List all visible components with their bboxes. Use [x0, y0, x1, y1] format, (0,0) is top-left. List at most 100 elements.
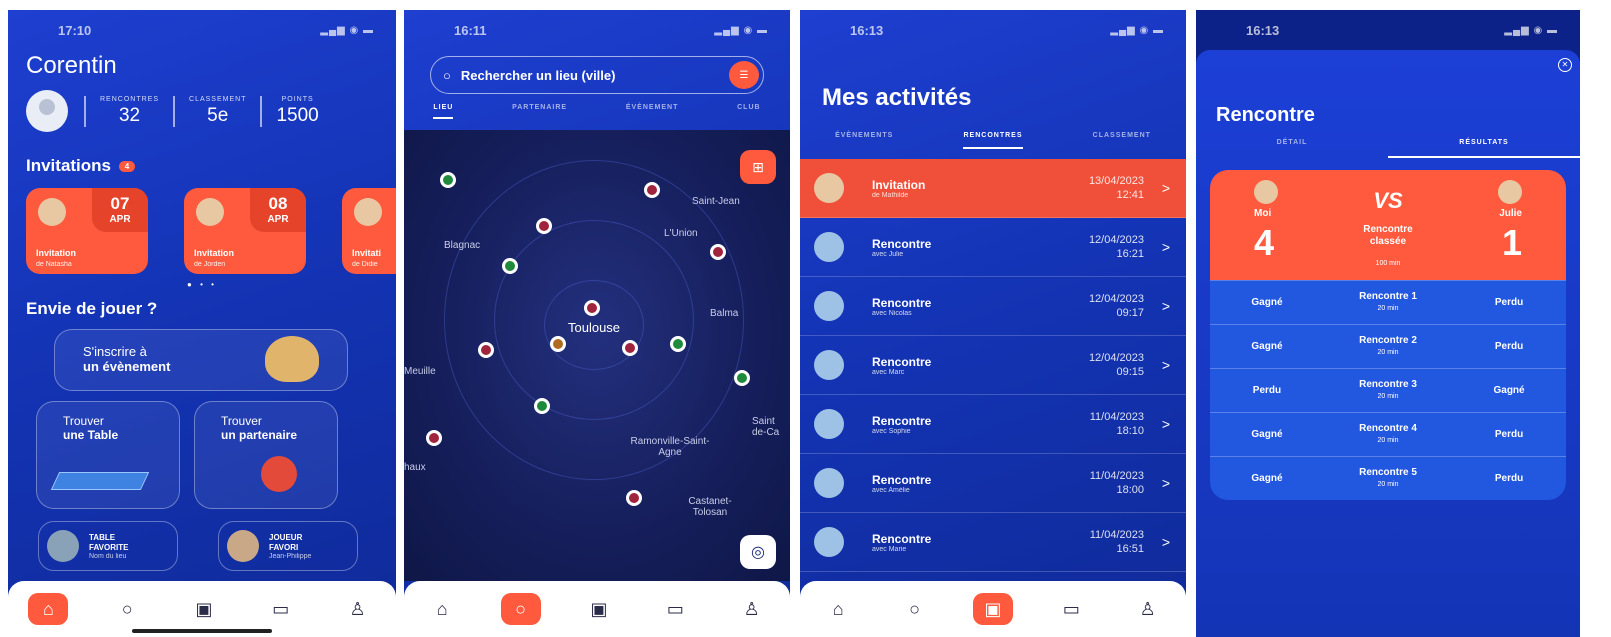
favorite-player-button[interactable]: JOUEUR FAVORI Jean-Philippe: [218, 521, 358, 571]
map-pin[interactable]: [440, 172, 456, 188]
chevron-right-icon: >: [1161, 298, 1170, 314]
avatar: [814, 527, 844, 557]
video-icon[interactable]: ▭: [1053, 593, 1089, 625]
round-name: Rencontre 1: [1359, 290, 1417, 302]
event-signup-button[interactable]: S'inscrire à un évènement: [54, 329, 348, 391]
avatar[interactable]: [26, 90, 68, 132]
map-pin[interactable]: [550, 336, 566, 352]
video-icon[interactable]: ▭: [657, 593, 693, 625]
map-pin[interactable]: [644, 182, 660, 198]
map-pin[interactable]: [534, 398, 550, 414]
result-screen: 16:13 ▂▄▆ ◉ ▬ ✕ Rencontre DÉTAIL RÉSULTA…: [1196, 10, 1580, 637]
item-title: Invitation: [872, 177, 926, 192]
round-name: Rencontre 4: [1359, 422, 1417, 434]
layers-icon[interactable]: ⊞: [740, 150, 776, 184]
map-tabs: LIEU PARTENAIRE ÉVÈNEMENT CLUB: [404, 104, 790, 119]
tab-club[interactable]: CLUB: [737, 104, 760, 119]
place-label: Saint-Jean: [692, 196, 740, 207]
map-pin[interactable]: [670, 336, 686, 352]
map-pin[interactable]: [536, 218, 552, 234]
list-item[interactable]: Rencontre avec Sophie 11/04/2023 18:10 >: [800, 395, 1186, 454]
locate-icon[interactable]: ◎: [740, 535, 776, 569]
avatar: [814, 409, 844, 439]
home-icon[interactable]: ⌂: [424, 593, 460, 625]
activity-icon[interactable]: ▣: [581, 593, 617, 625]
search-icon[interactable]: ○: [897, 593, 933, 625]
chevron-right-icon: >: [1161, 534, 1170, 550]
tab-lieu[interactable]: LIEU: [433, 104, 454, 119]
invitation-card[interactable]: Invitati de Didie: [342, 188, 396, 274]
round-name: Rencontre 5: [1359, 466, 1417, 478]
invitation-card[interactable]: 08 APR Invitation de Jorden: [184, 188, 306, 274]
video-icon[interactable]: ▭: [263, 593, 299, 625]
favorite-table-button[interactable]: TABLE FAVORITE Nom du lieu: [38, 521, 178, 571]
tab-classement[interactable]: CLASSEMENT: [1093, 132, 1151, 149]
list-item[interactable]: Rencontre avec Marc 12/04/2023 09:15 >: [800, 336, 1186, 395]
avatar: [1498, 180, 1522, 204]
chevron-right-icon: >: [1161, 416, 1170, 432]
carousel-dots: ● • •: [187, 280, 217, 289]
map-pin[interactable]: [626, 490, 642, 506]
list-item[interactable]: Invitation de Mathilde 13/04/2023 12:41 >: [800, 159, 1186, 218]
invitation-card[interactable]: 07 APR Invitation de Natasha: [26, 188, 148, 274]
list-item[interactable]: Rencontre avec Nicolas 12/04/2023 09:17 >: [800, 277, 1186, 336]
avatar: [814, 232, 844, 262]
search-icon[interactable]: ○: [500, 593, 541, 625]
find-grid: Trouver une Table Trouver un partenaire: [36, 401, 366, 509]
list-item[interactable]: Rencontre avec Julie 12/04/2023 16:21 >: [800, 218, 1186, 277]
map-pin[interactable]: [426, 430, 442, 446]
round-row: Perdu Rencontre 3 20 min Gagné: [1210, 368, 1566, 412]
tab-resultats[interactable]: RÉSULTATS: [1388, 139, 1580, 158]
stats-bar: RENCONTRES 32 CLASSEMENT 5e POINTS 1500: [26, 90, 396, 132]
map-view[interactable]: Saint-Jean L'Union Blagnac Balma Toulous…: [404, 130, 790, 581]
home-icon[interactable]: ⌂: [28, 593, 69, 625]
item-date: 11/04/2023: [1089, 411, 1144, 423]
tab-rencontres[interactable]: RENCONTRES: [963, 132, 1023, 149]
profile-icon[interactable]: ♙: [734, 593, 770, 625]
fav-line: FAVORITE: [89, 542, 129, 552]
map-pin[interactable]: [584, 300, 600, 316]
filter-icon[interactable]: ☰: [729, 61, 759, 89]
stat-value: 5e: [207, 104, 229, 126]
score-right: 1: [1501, 222, 1522, 263]
paddle-icon: [261, 456, 297, 492]
profile-icon[interactable]: ♙: [340, 593, 376, 625]
tab-bar: ⌂ ○ ▣ ▭ ♙: [8, 581, 396, 637]
activity-icon[interactable]: ▣: [972, 593, 1013, 625]
date-month: APR: [267, 214, 289, 225]
round-row: Gagné Rencontre 1 20 min Perdu: [1210, 280, 1566, 324]
search-icon[interactable]: ○: [109, 593, 145, 625]
profile-icon[interactable]: ♙: [1130, 593, 1166, 625]
round-right: Perdu: [1494, 429, 1524, 440]
find-table-button[interactable]: Trouver une Table: [36, 401, 180, 509]
fav-sub: Nom du lieu: [89, 552, 127, 560]
item-sub: avec Julie: [872, 250, 904, 258]
close-icon[interactable]: ✕: [1558, 58, 1572, 72]
place-label: haux: [404, 462, 426, 473]
map-pin[interactable]: [710, 244, 726, 260]
page-title: Mes activités: [822, 84, 972, 111]
tab-partenaire[interactable]: PARTENAIRE: [512, 104, 567, 119]
tab-detail[interactable]: DÉTAIL: [1196, 139, 1388, 158]
list-item[interactable]: Rencontre avec Marie 11/04/2023 16:51 >: [800, 513, 1186, 572]
tab-evenements[interactable]: ÉVÈNEMENTS: [835, 132, 893, 149]
invitation-title: Invitation: [36, 248, 76, 258]
search-input[interactable]: ○ Rechercher un lieu (ville) ☰: [430, 56, 764, 94]
item-title: Rencontre: [872, 531, 932, 546]
fav-line: JOUEUR: [269, 532, 303, 542]
status-bar: 16:11 ▂▄▆ ◉ ▬: [404, 10, 790, 50]
activity-icon[interactable]: ▣: [186, 593, 222, 625]
round-duration: 20 min: [1377, 480, 1399, 488]
item-title: Rencontre: [872, 472, 932, 487]
map-pin[interactable]: [734, 370, 750, 386]
map-pin[interactable]: [502, 258, 518, 274]
invitations-carousel[interactable]: 07 APR Invitation de Natasha 08 APR Invi…: [8, 188, 396, 274]
tile-line: une Table: [63, 428, 119, 442]
map-pin[interactable]: [622, 340, 638, 356]
home-icon[interactable]: ⌂: [820, 593, 856, 625]
find-partner-button[interactable]: Trouver un partenaire: [194, 401, 338, 509]
list-item[interactable]: Rencontre avec Amélie 11/04/2023 18:00 >: [800, 454, 1186, 513]
round-duration: 20 min: [1377, 436, 1399, 444]
map-pin[interactable]: [478, 342, 494, 358]
tab-evenement[interactable]: ÉVÈNEMENT: [626, 104, 679, 119]
